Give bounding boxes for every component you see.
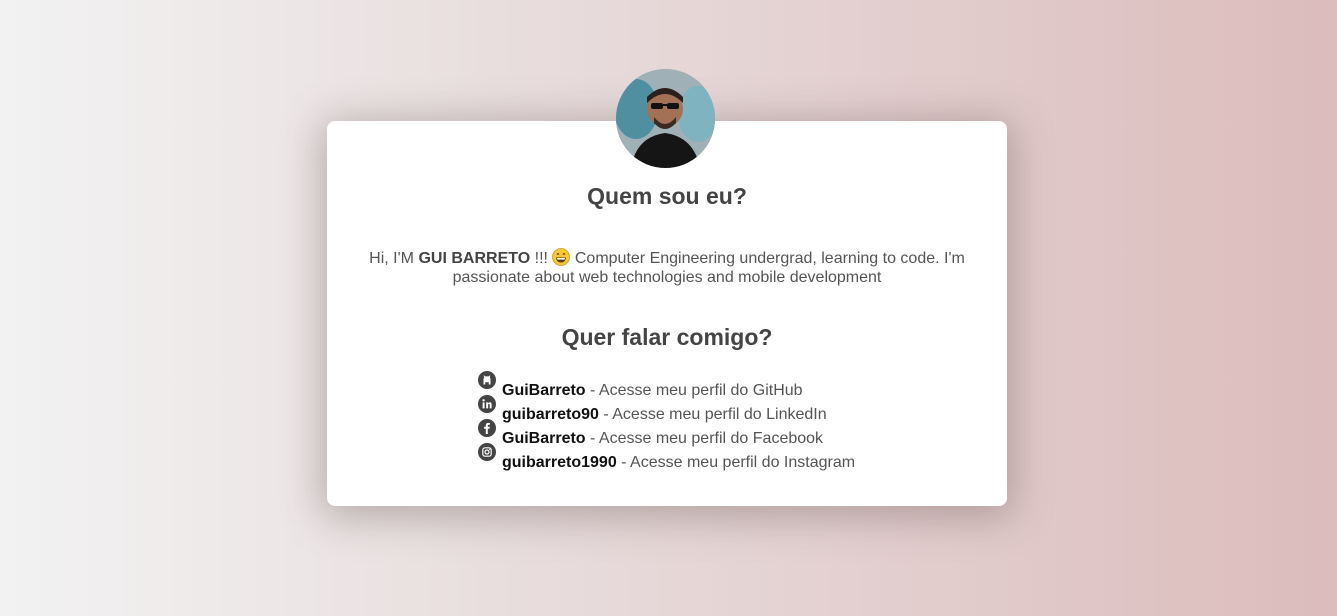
profile-photo-icon [616,69,715,168]
about-card: Quem sou eu? Hi, I'M GUI BARRETO !!! Com… [327,121,1007,506]
contact-link-instagram: guibarreto1990 - Acesse meu perfil do In… [478,443,855,471]
grinning-face-icon [552,248,571,266]
description-text: Computer Engineering undergrad, learning… [452,250,965,286]
about-title: Quem sou eu? [587,183,747,209]
instagram-handle-link[interactable]: guibarreto1990 [502,454,617,471]
contact-links-list: GuiBarreto - Acesse meu perfil do GitHub… [478,371,855,471]
greeting-text: Hi, I'M [369,250,414,267]
contact-link-github: GuiBarreto - Acesse meu perfil do GitHub [478,371,855,399]
contact-link-linkedin: guibarreto90 - Acesse meu perfil do Link… [478,395,855,423]
bio-text: Hi, I'M GUI BARRETO !!! Computer Enginee… [367,248,967,287]
exclaim-text: !!! [534,250,548,267]
contact-title: Quer falar comigo? [561,324,773,350]
instagram-icon[interactable] [478,443,496,461]
facebook-icon[interactable] [478,419,496,437]
github-icon[interactable] [478,371,496,389]
name-text: GUI BARRETO [418,250,531,267]
avatar [616,69,715,168]
linkedin-icon[interactable] [478,395,496,413]
instagram-link-text: - Acesse meu perfil do Instagram [616,454,856,471]
contact-link-facebook: GuiBarreto - Acesse meu perfil do Facebo… [478,419,855,447]
